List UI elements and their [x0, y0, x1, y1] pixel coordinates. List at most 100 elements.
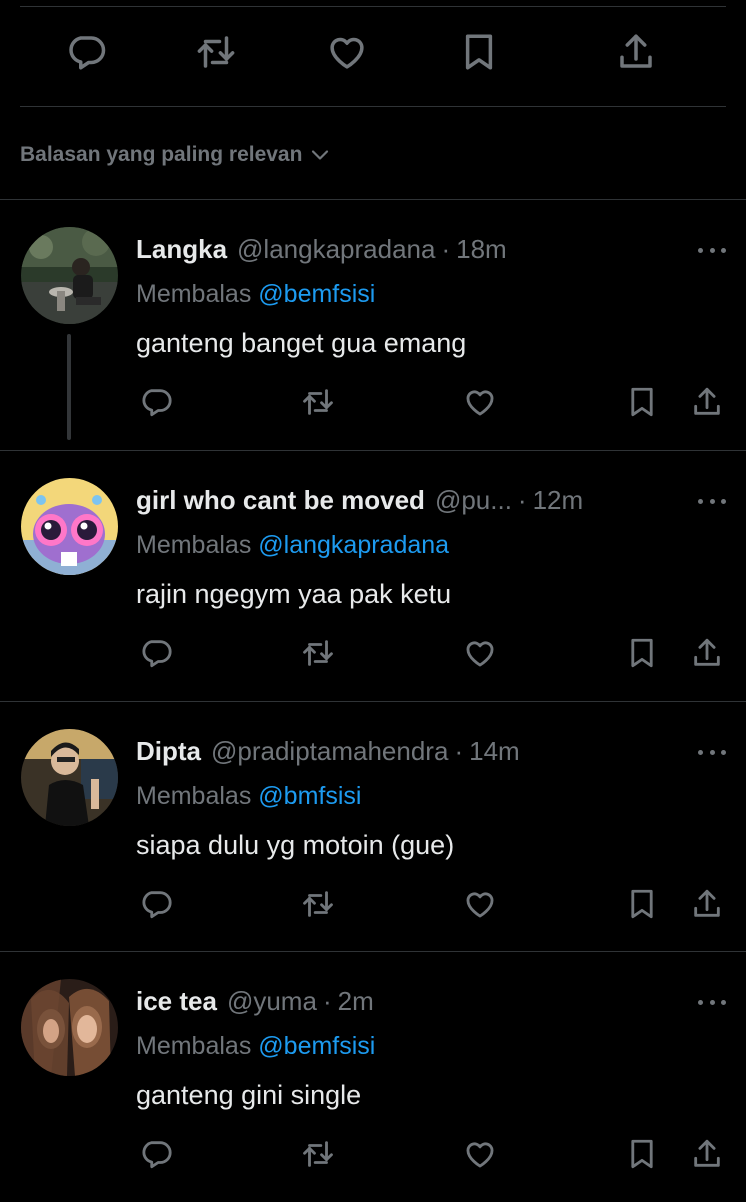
mention-link[interactable]: @bemfsisi	[258, 1032, 375, 1060]
mention-link[interactable]: @bmfsisi	[258, 782, 361, 810]
timestamp[interactable]: 14m	[469, 736, 520, 767]
reply-action-bar	[0, 1134, 746, 1178]
reply-header: ice tea @yuma · 2m	[136, 986, 374, 1017]
reply-text: ganteng banget gua emang	[136, 328, 467, 358]
bookmark-button[interactable]	[622, 633, 662, 673]
timestamp[interactable]: 2m	[338, 986, 374, 1017]
separator-dot: ·	[322, 986, 332, 1016]
share-upload-icon	[620, 34, 652, 68]
sort-label: Balasan yang paling relevan	[20, 143, 303, 166]
reply-header: Dipta @pradiptamahendra · 14m	[136, 736, 520, 767]
like-button[interactable]	[460, 884, 500, 924]
replying-prefix: Membalas	[136, 782, 252, 810]
timestamp[interactable]: 18m	[456, 234, 507, 265]
heart-icon	[466, 892, 494, 918]
user-handle[interactable]: @pu...	[435, 485, 512, 516]
share-button[interactable]	[687, 382, 727, 422]
like-button[interactable]	[460, 382, 500, 422]
reply-text: siapa dulu yg motoin (gue)	[136, 830, 455, 860]
reply-item[interactable]: ice tea @yuma · 2m Membalas @bemfsisi ga…	[0, 952, 746, 1202]
share-button[interactable]	[687, 1134, 727, 1174]
display-name[interactable]: Langka	[136, 234, 227, 265]
display-name[interactable]: Dipta	[136, 736, 201, 767]
avatar[interactable]	[21, 729, 118, 826]
reply-action-bar	[0, 884, 746, 928]
reply-button[interactable]	[136, 884, 176, 924]
share-upload-icon	[694, 638, 720, 666]
replying-to: Membalas @bemfsisi	[136, 280, 375, 309]
bookmark-button[interactable]	[457, 30, 501, 74]
like-button[interactable]	[325, 30, 369, 74]
more-horizontal-icon	[698, 498, 703, 504]
top-divider	[20, 6, 726, 7]
share-button[interactable]	[687, 884, 727, 924]
more-options-button[interactable]	[698, 744, 726, 760]
bookmark-button[interactable]	[622, 382, 662, 422]
chevron-down-icon	[312, 150, 329, 160]
avatar[interactable]	[21, 227, 118, 324]
replying-prefix: Membalas	[136, 531, 252, 559]
reply-item[interactable]: Langka @langkapradana · 18m Membalas @be…	[0, 200, 746, 450]
avatar[interactable]	[21, 979, 118, 1076]
share-upload-icon	[694, 387, 720, 415]
share-button[interactable]	[614, 30, 658, 74]
reply-header: Langka @langkapradana · 18m	[136, 234, 507, 265]
user-handle[interactable]: @yuma	[227, 986, 317, 1017]
tweet-action-bar	[0, 30, 746, 90]
reply-item[interactable]: girl who cant be moved @pu... · 12m Memb…	[0, 451, 746, 701]
bookmark-button[interactable]	[622, 1134, 662, 1174]
avatar[interactable]	[21, 478, 118, 575]
share-upload-icon	[694, 889, 720, 917]
retweet-icon	[303, 640, 333, 666]
more-horizontal-icon	[698, 749, 703, 755]
retweet-button[interactable]	[298, 633, 338, 673]
more-options-button[interactable]	[698, 242, 726, 258]
reply-button[interactable]	[64, 30, 108, 74]
reply-sort-selector[interactable]: Balasan yang paling relevan	[20, 140, 332, 170]
retweet-button[interactable]	[298, 382, 338, 422]
user-handle[interactable]: @langkapradana	[237, 234, 435, 265]
retweet-button[interactable]	[298, 1134, 338, 1174]
like-button[interactable]	[460, 1134, 500, 1174]
retweet-icon	[303, 1141, 333, 1167]
reply-button[interactable]	[136, 382, 176, 422]
retweet-button[interactable]	[298, 884, 338, 924]
replying-prefix: Membalas	[136, 1032, 252, 1060]
retweet-icon	[197, 36, 235, 68]
more-options-button[interactable]	[698, 493, 726, 509]
reply-header: girl who cant be moved @pu... · 12m	[136, 485, 583, 516]
action-bar-divider	[20, 106, 726, 107]
heart-icon	[466, 1142, 494, 1168]
mention-link[interactable]: @bemfsisi	[258, 280, 375, 308]
retweet-icon	[303, 389, 333, 415]
more-horizontal-icon	[698, 999, 703, 1005]
bookmark-icon	[465, 34, 493, 70]
timestamp[interactable]: 12m	[533, 485, 584, 516]
bookmark-icon	[631, 387, 653, 417]
replying-to: Membalas @bemfsisi	[136, 1032, 375, 1061]
speech-bubble-icon	[142, 640, 172, 668]
reply-button[interactable]	[136, 1134, 176, 1174]
bookmark-icon	[631, 1139, 653, 1169]
share-button[interactable]	[687, 633, 727, 673]
reply-text: rajin ngegym yaa pak ketu	[136, 579, 452, 609]
mention-link[interactable]: @langkapradana	[258, 531, 449, 559]
separator-dot: ·	[454, 736, 464, 766]
heart-icon	[466, 641, 494, 667]
reply-item[interactable]: Dipta @pradiptamahendra · 14m Membalas @…	[0, 702, 746, 952]
retweet-button[interactable]	[194, 30, 238, 74]
bookmark-button[interactable]	[622, 884, 662, 924]
more-horizontal-icon	[698, 247, 703, 253]
bookmark-icon	[631, 638, 653, 668]
reply-button[interactable]	[136, 633, 176, 673]
reply-text: ganteng gini single	[136, 1080, 362, 1110]
replying-to: Membalas @langkapradana	[136, 531, 449, 560]
speech-bubble-icon	[69, 36, 106, 70]
display-name[interactable]: girl who cant be moved	[136, 485, 425, 516]
replying-prefix: Membalas	[136, 280, 252, 308]
replying-to: Membalas @bmfsisi	[136, 782, 361, 811]
user-handle[interactable]: @pradiptamahendra	[211, 736, 448, 767]
more-options-button[interactable]	[698, 994, 726, 1010]
display-name[interactable]: ice tea	[136, 986, 217, 1017]
like-button[interactable]	[460, 633, 500, 673]
